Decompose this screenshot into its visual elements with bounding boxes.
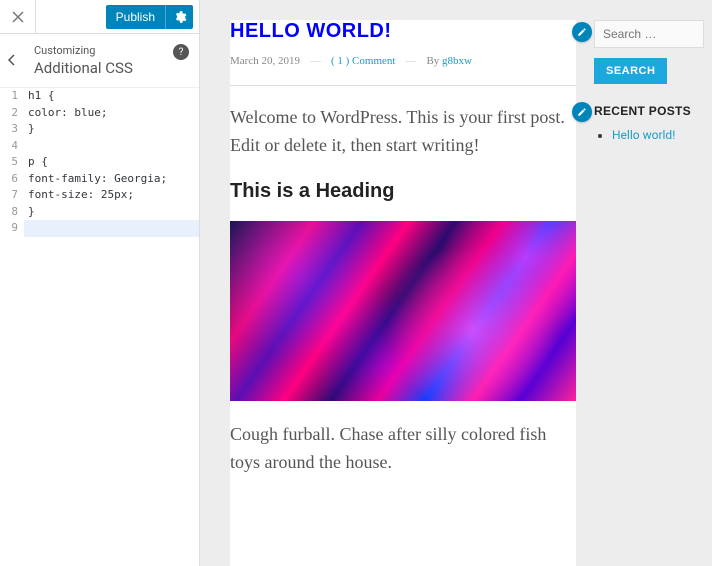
editor-line: 2color: blue;: [0, 105, 199, 122]
post-subheading: This is a Heading: [230, 180, 576, 203]
author-link[interactable]: g8bxw: [442, 55, 472, 67]
editor-line: 8}: [0, 204, 199, 221]
css-editor[interactable]: 1h1 {2color: blue;3}45p {6font-family: G…: [0, 88, 199, 566]
help-button[interactable]: ?: [173, 44, 189, 60]
post-date: March 20, 2019: [230, 55, 300, 67]
widget-title-recent: RECENT POSTS: [594, 104, 704, 118]
list-item: Hello world!: [612, 128, 704, 142]
post-image: [230, 221, 576, 401]
editor-line: 1h1 {: [0, 88, 199, 105]
preview-sidebar: SEARCH RECENT POSTS Hello world!: [594, 20, 704, 566]
search-input[interactable]: [594, 20, 704, 48]
post-paragraph: Welcome to WordPress. This is your first…: [230, 104, 576, 160]
divider: [230, 85, 576, 86]
gear-icon: [173, 10, 187, 24]
pencil-icon: [577, 107, 587, 117]
by-label: By: [426, 55, 439, 67]
editor-line: 9: [0, 220, 199, 237]
comments-link[interactable]: ( 1 ) Comment: [331, 55, 395, 67]
edit-shortcut-recent[interactable]: [572, 102, 592, 122]
back-button[interactable]: [0, 44, 25, 76]
post-title: HELLO WORLD!: [230, 20, 576, 43]
chevron-left-icon: [6, 54, 18, 66]
edit-shortcut-search[interactable]: [572, 22, 592, 42]
editor-line: 5p {: [0, 154, 199, 171]
section-title: Additional CSS: [34, 59, 185, 77]
close-button[interactable]: [0, 0, 36, 34]
pencil-icon: [577, 27, 587, 37]
publish-button[interactable]: Publish: [106, 5, 165, 29]
settings-button[interactable]: [165, 5, 193, 29]
preview-pane: HELLO WORLD! March 20, 2019 — ( 1 ) Comm…: [200, 0, 712, 566]
editor-line: 4: [0, 138, 199, 155]
editor-line: 3}: [0, 121, 199, 138]
meta-separator: —: [405, 55, 416, 67]
section-header: Customizing Additional CSS ?: [0, 34, 199, 88]
customizer-panel: Publish Customizing Additional CSS ? 1h1…: [0, 0, 200, 566]
search-button[interactable]: SEARCH: [594, 58, 667, 84]
post-paragraph: Cough furball. Chase after silly colored…: [230, 421, 576, 477]
editor-line: 7font-size: 25px;: [0, 187, 199, 204]
close-icon: [12, 11, 24, 23]
recent-post-link[interactable]: Hello world!: [612, 128, 675, 142]
panel-topbar: Publish: [0, 0, 199, 34]
section-supertitle: Customizing: [34, 44, 185, 57]
post-meta: March 20, 2019 — ( 1 ) Comment — By g8bx…: [230, 55, 576, 67]
editor-line: 6font-family: Georgia;: [0, 171, 199, 188]
post-content: HELLO WORLD! March 20, 2019 — ( 1 ) Comm…: [230, 20, 576, 566]
meta-separator: —: [310, 55, 321, 67]
recent-posts-list: Hello world!: [594, 128, 704, 142]
